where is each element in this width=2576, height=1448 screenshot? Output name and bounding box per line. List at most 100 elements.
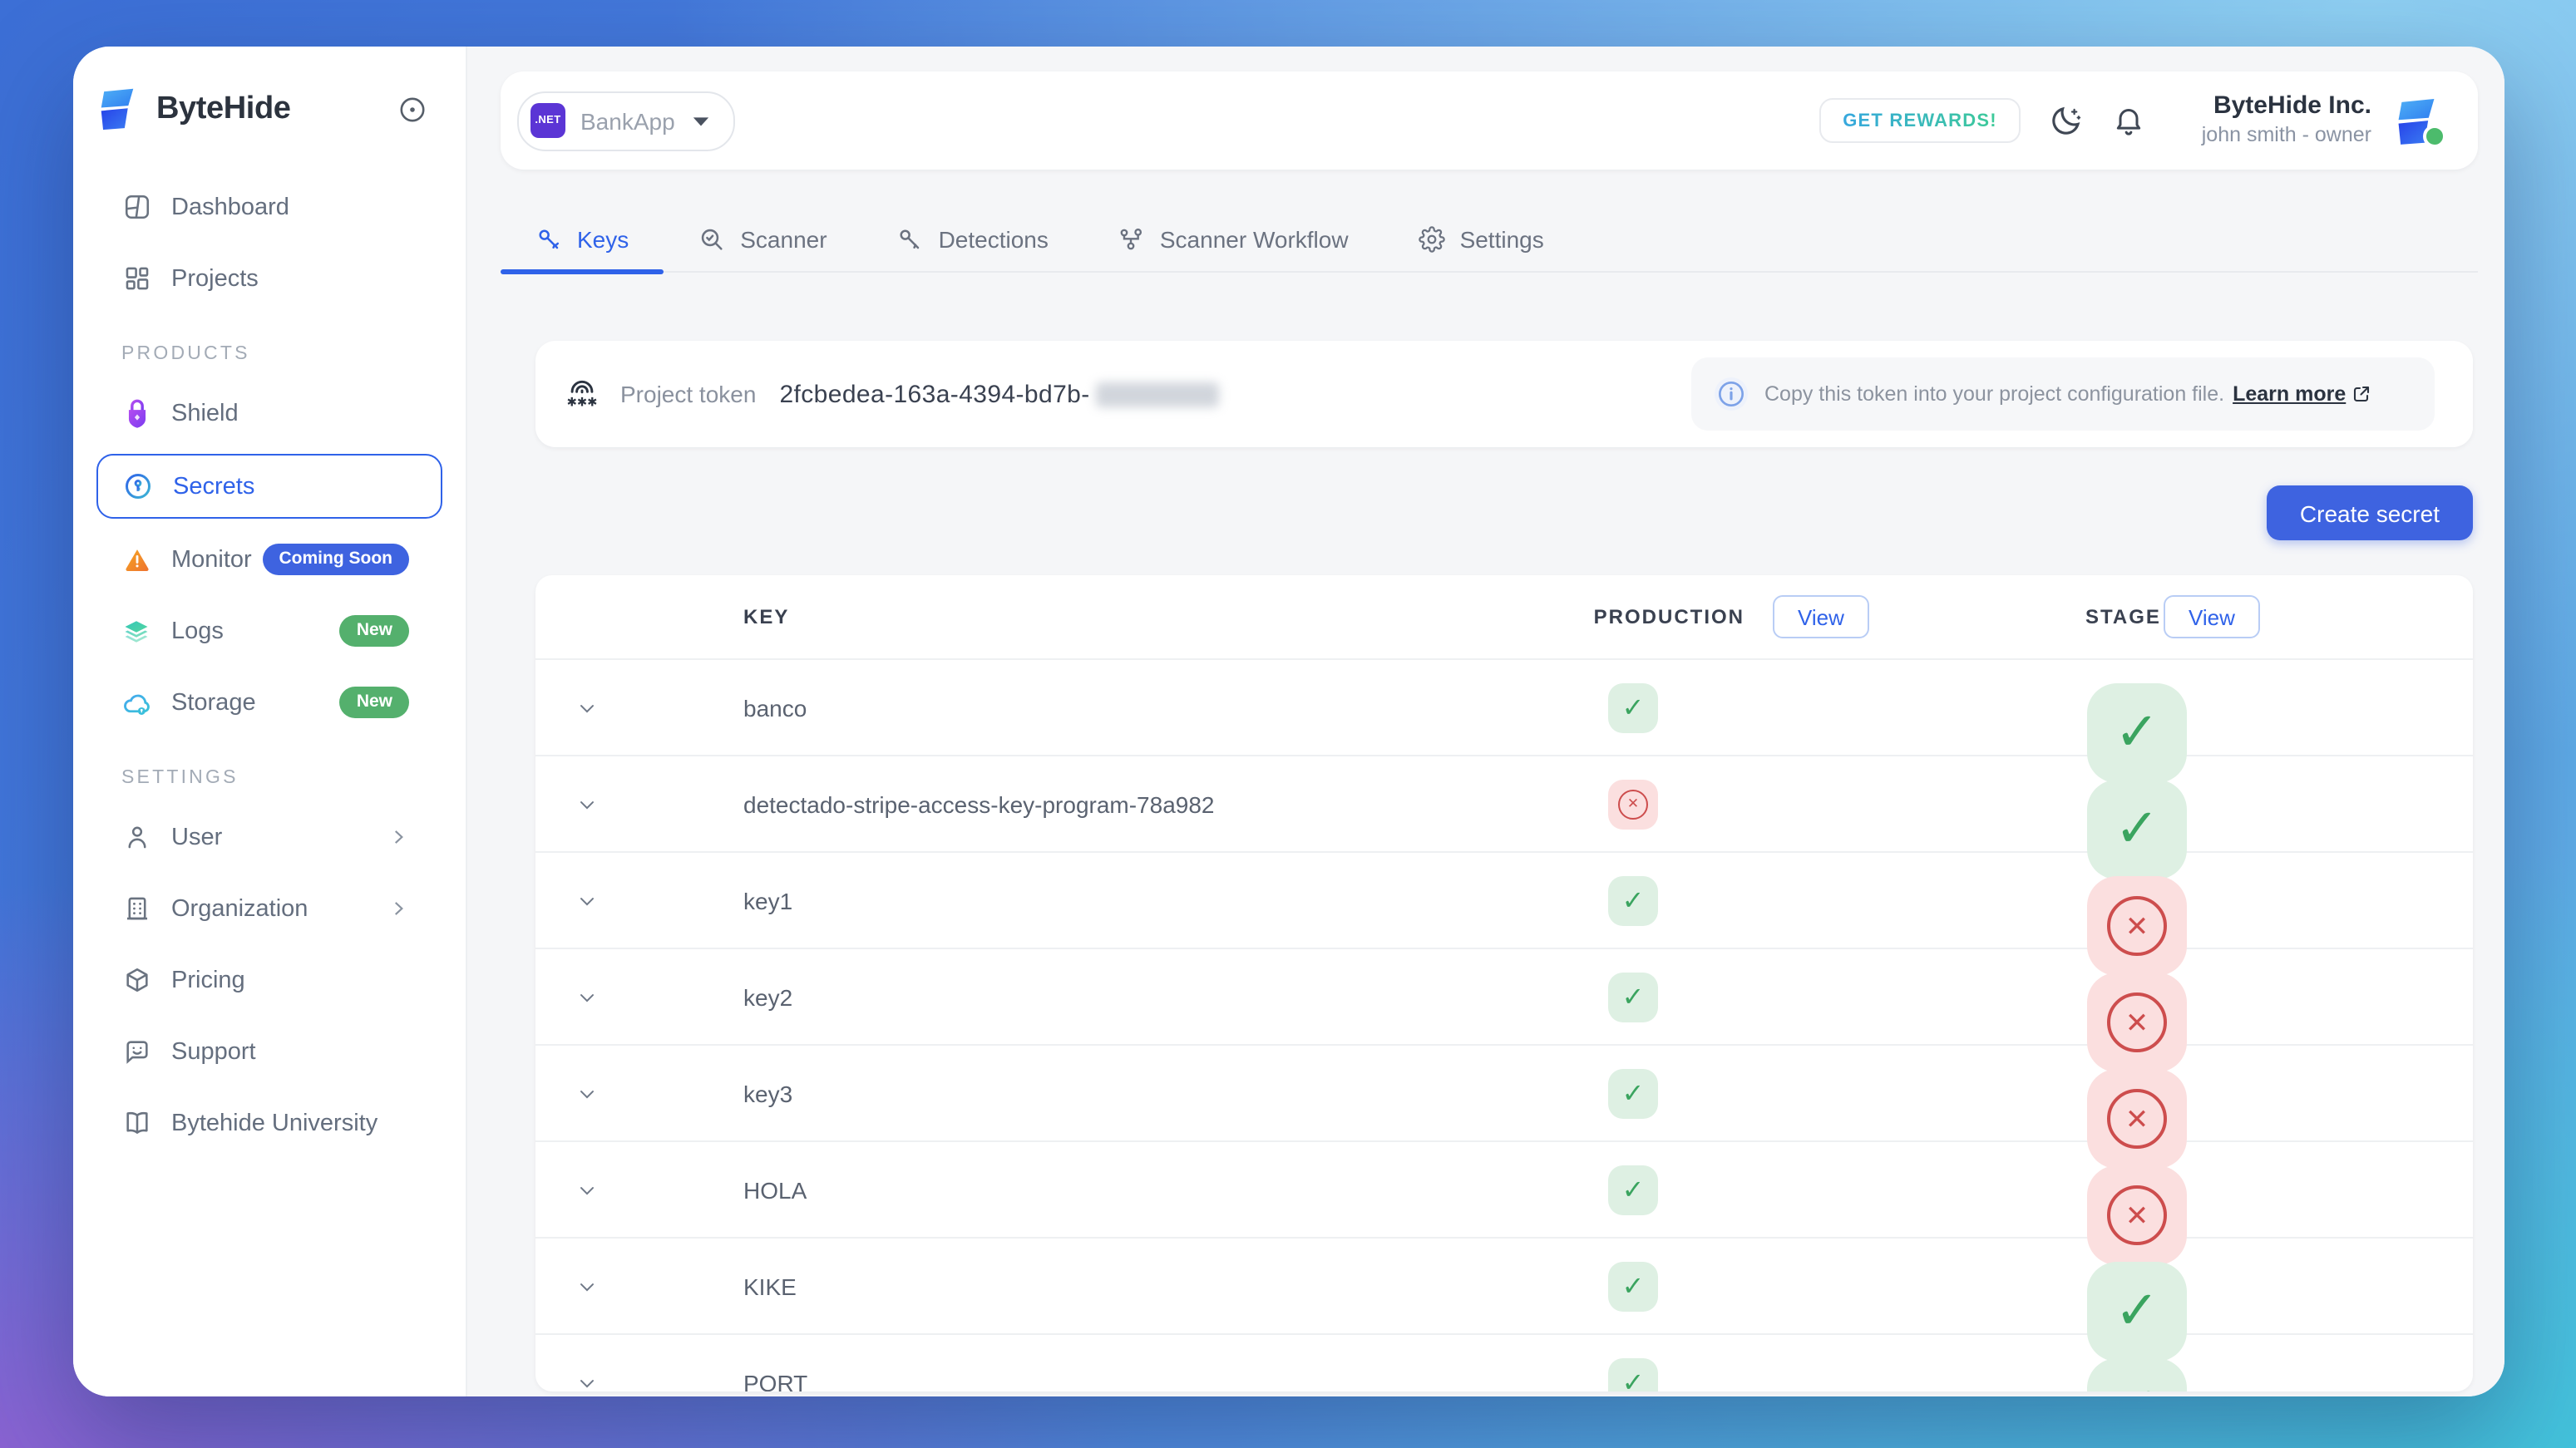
header-actions: GET REWARDS! ByteHide Inc. john smith - … (1819, 92, 2478, 150)
chat-smile-icon (121, 1037, 151, 1066)
project-token-bar: ✱✱✱ Project token 2fcbedea-163a-4394-bd7… (535, 341, 2473, 447)
chevron-down-icon[interactable] (572, 982, 602, 1012)
user-role: john smith - owner (2202, 123, 2371, 149)
sidebar-item-user[interactable]: User (96, 801, 442, 873)
key-icon (535, 226, 562, 253)
settings-section-label: SETTINGS (121, 768, 466, 788)
org-name: ByteHide Inc. (2202, 92, 2371, 124)
content: ✱✱✱ Project token 2fcbedea-163a-4394-bd7… (535, 341, 2473, 1391)
sidebar-item-pricing[interactable]: Pricing (96, 944, 442, 1016)
get-rewards-button[interactable]: GET REWARDS! (1819, 98, 2021, 143)
bytehide-logo-icon (95, 86, 140, 131)
sidebar-item-secrets[interactable]: Secrets (96, 454, 442, 519)
secret-key-name: key2 (743, 983, 792, 1010)
account-info[interactable]: ByteHide Inc. john smith - owner (2202, 92, 2371, 150)
sidebar-item-monitor[interactable]: Monitor Coming Soon (96, 524, 442, 595)
chevron-down-icon[interactable] (572, 1078, 602, 1108)
dashboard-icon (121, 192, 151, 222)
token-fingerprint-icon: ✱✱✱ (564, 376, 600, 412)
sidebar-item-label: Storage (171, 689, 256, 716)
table-row: key3 ✓✕ ✓✕ (535, 1046, 2473, 1142)
learn-more-label: Learn more (2233, 382, 2346, 406)
coming-soon-badge: Coming Soon (263, 544, 410, 575)
chevron-down-icon[interactable] (572, 789, 602, 819)
secret-key-name: PORT (743, 1369, 807, 1391)
sidebar-item-shield[interactable]: Shield (96, 377, 442, 449)
production-status-ok-icon: ✓✕ (1608, 875, 1658, 925)
brand-row: ByteHide (73, 47, 466, 148)
chevron-down-icon[interactable] (572, 1367, 602, 1391)
sidebar-item-projects[interactable]: Projects (96, 243, 442, 314)
tab-scanner-workflow[interactable]: Scanner Workflow (1083, 208, 1384, 271)
sidebar-item-label: User (171, 824, 222, 850)
new-badge: New (340, 616, 409, 647)
secrets-table: KEY PRODUCTION View STAGE View banco ✓✕ … (535, 575, 2473, 1391)
token-label: Project token (620, 381, 756, 407)
secret-key-name: detectado-stripe-access-key-program-78a9… (743, 790, 1215, 817)
sidebar: ByteHide Dashboard Projects PRODUCTS (73, 47, 467, 1396)
products-section-label: PRODUCTS (121, 344, 466, 364)
tab-settings[interactable]: Settings (1384, 208, 1579, 271)
table-row: banco ✓✕ ✓✕ (535, 660, 2473, 756)
sidebar-collapse-button[interactable] (399, 96, 426, 122)
tab-detections[interactable]: Detections (862, 208, 1083, 271)
scanner-search-icon (698, 226, 725, 253)
secrets-key-icon (123, 471, 153, 501)
actions-row: Create secret (535, 485, 2473, 540)
org-avatar[interactable] (2391, 96, 2441, 145)
chevron-down-icon[interactable] (572, 1271, 602, 1301)
user-icon (121, 822, 151, 852)
sidebar-item-label: Dashboard (171, 194, 289, 220)
table-row: HOLA ✓✕ ✓✕ (535, 1142, 2473, 1239)
tab-keys[interactable]: Keys (501, 208, 664, 271)
sidebar-item-university[interactable]: Bytehide University (96, 1087, 442, 1159)
open-book-icon (121, 1108, 151, 1138)
production-status-ok-icon: ✓✕ (1608, 1068, 1658, 1118)
cloud-icon (121, 687, 151, 717)
project-selector[interactable]: .NET BankApp (517, 91, 735, 150)
view-production-button[interactable]: View (1773, 595, 1869, 638)
tab-label: Detections (939, 226, 1049, 253)
project-name: BankApp (580, 107, 675, 134)
secret-key-name: HOLA (743, 1176, 807, 1203)
sidebar-item-dashboard[interactable]: Dashboard (96, 171, 442, 243)
table-body: banco ✓✕ ✓✕ detectado-stripe-access-key-… (535, 660, 2473, 1391)
tab-scanner[interactable]: Scanner (664, 208, 861, 271)
sidebar-item-label: Logs (171, 618, 224, 644)
chevron-down-icon[interactable] (572, 1175, 602, 1204)
sidebar-item-label: Secrets (173, 473, 254, 500)
create-secret-button[interactable]: Create secret (2267, 485, 2473, 540)
info-icon (1715, 377, 1748, 411)
sidebar-item-storage[interactable]: Storage New (96, 667, 442, 738)
token-value: 2fcbedea-163a-4394-bd7b- (779, 380, 1089, 408)
warning-triangle-icon (121, 544, 151, 574)
secret-key-name: key1 (743, 887, 792, 914)
sidebar-item-label: Monitor (171, 546, 252, 573)
chevron-right-icon (387, 898, 409, 919)
caret-down-icon (692, 114, 710, 127)
external-link-icon (2351, 384, 2371, 404)
chevron-right-icon (387, 826, 409, 848)
table-row: PORT ✓✕ ✓✕ (535, 1335, 2473, 1391)
building-icon (121, 894, 151, 923)
detections-key-icon (897, 226, 924, 253)
new-badge: New (340, 687, 409, 718)
sidebar-item-label: Pricing (171, 967, 245, 993)
dark-mode-moon-icon[interactable] (2049, 103, 2084, 138)
main-area: .NET BankApp GET REWARDS! ByteHide Inc. … (467, 47, 2504, 1396)
chevron-down-icon[interactable] (572, 692, 602, 722)
sidebar-nav: Dashboard Projects PRODUCTS Shield Secr (73, 171, 466, 1159)
column-header-key: KEY (743, 605, 789, 628)
view-stage-button[interactable]: View (2164, 595, 2260, 638)
sidebar-item-organization[interactable]: Organization (96, 873, 442, 944)
notifications-bell-icon[interactable] (2112, 103, 2145, 138)
sidebar-item-label: Shield (171, 400, 239, 426)
chevron-down-icon[interactable] (572, 885, 602, 915)
tab-label: Scanner (740, 226, 827, 253)
tab-label: Settings (1460, 226, 1544, 253)
learn-more-link[interactable]: Learn more (2233, 382, 2371, 406)
tab-label: Scanner Workflow (1160, 226, 1349, 253)
sidebar-item-logs[interactable]: Logs New (96, 595, 442, 667)
sidebar-item-support[interactable]: Support (96, 1016, 442, 1087)
production-status-error-icon: ✓✕ (1608, 779, 1658, 829)
